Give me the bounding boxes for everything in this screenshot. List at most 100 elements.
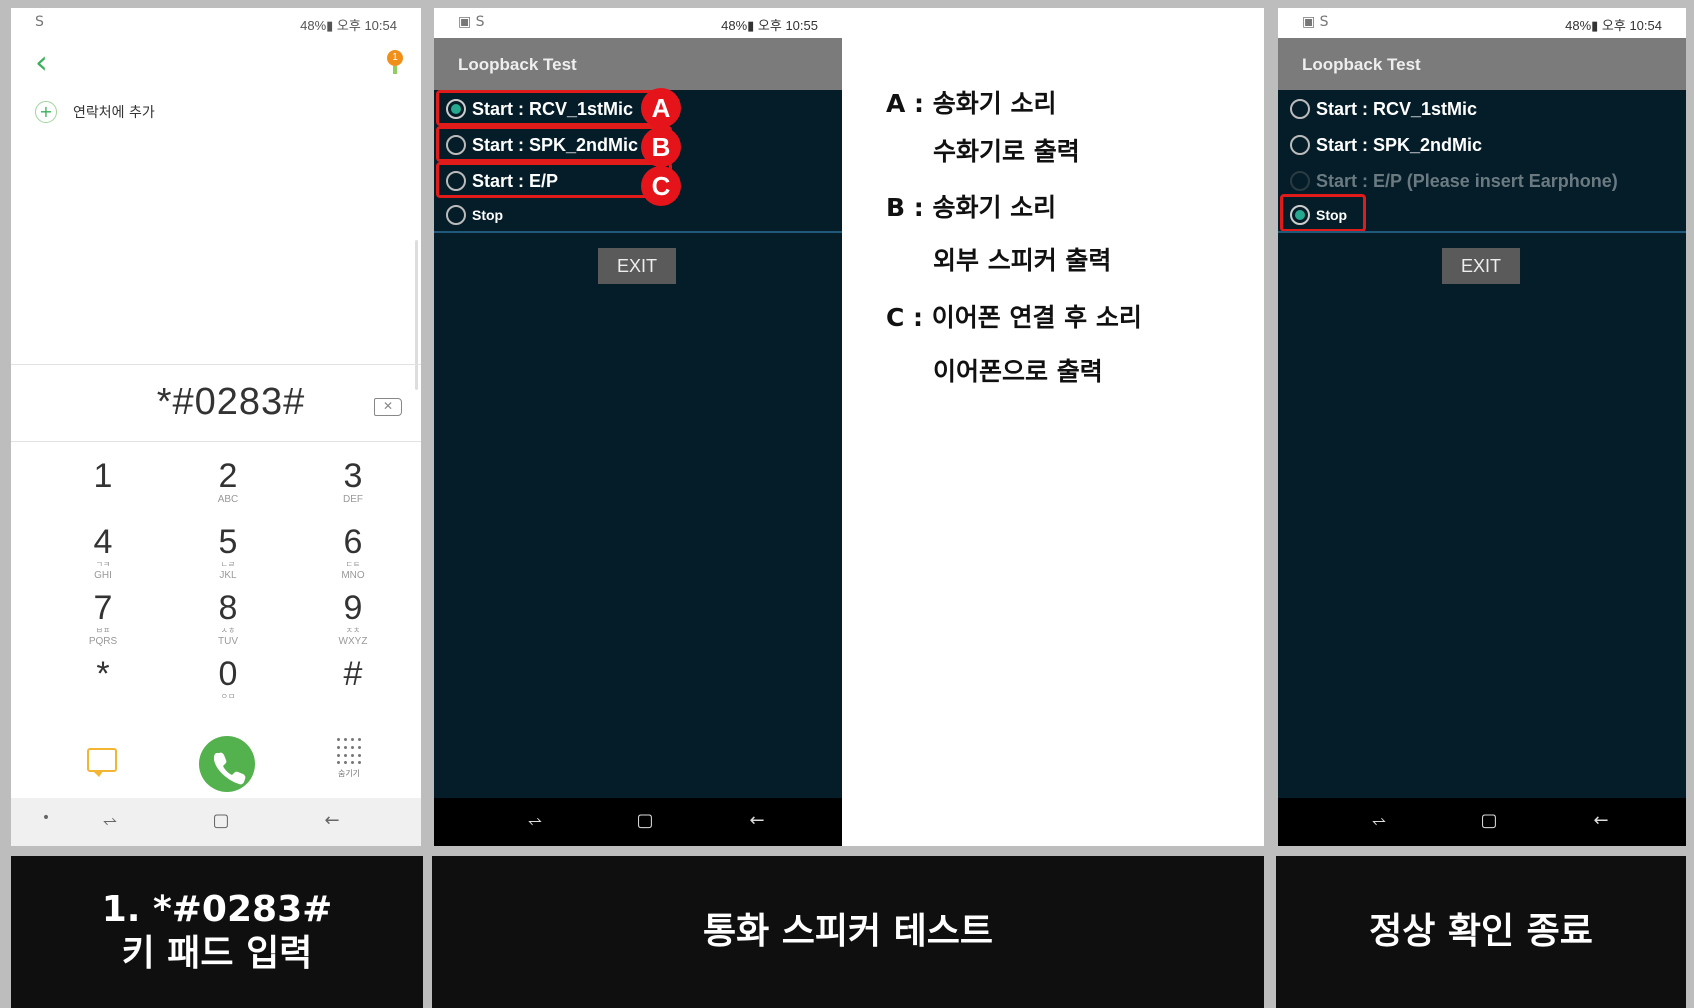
add-contact-button[interactable]: + 연락처에 추가 [35, 100, 155, 124]
gallery-s-icon: ▣ S [1302, 14, 1329, 30]
key-hash[interactable]: # [303, 656, 403, 692]
key-digit: 6 [343, 523, 363, 561]
key-digit: 1 [93, 457, 113, 495]
key-digit: 8 [218, 589, 238, 627]
status-bar: ▣ S 48%▮ 오후 10:55 [434, 8, 842, 38]
legend-b-line1: B : 송화기 소리 [886, 193, 1057, 222]
gallery-s-icon: ▣ S [458, 14, 485, 30]
app-bar: Loopback Test [1278, 38, 1686, 90]
dot-icon: • [41, 810, 51, 826]
call-button[interactable] [199, 736, 255, 792]
key-2[interactable]: 2 ABC [178, 458, 278, 506]
key-korean-letters: ㄴㄹ [220, 560, 236, 569]
status-time: 48%▮ 오후 10:54 [300, 18, 397, 33]
hide-keypad-label: 숨기기 [337, 769, 361, 778]
navigation-bar: ⥋ ▢ ← [434, 798, 842, 846]
key-0[interactable]: 0 ㅇㅁ [178, 656, 278, 702]
highlight-box-b [436, 126, 672, 162]
exit-button[interactable]: EXIT [598, 248, 676, 284]
recent-apps-icon[interactable]: ⥋ [95, 810, 125, 831]
phone-icon [213, 752, 246, 785]
divider [11, 441, 421, 442]
key-digit: 3 [343, 457, 363, 495]
exit-button[interactable]: EXIT [1442, 248, 1520, 284]
key-korean-letters: ㅅㅎ [220, 626, 236, 635]
loopback-screen-stop: ▣ S 48%▮ 오후 10:54 Loopback Test Start : … [1278, 8, 1686, 846]
recent-apps-icon[interactable]: ⥋ [520, 810, 550, 831]
key-digit: * [96, 655, 110, 693]
key-digit: 4 [93, 523, 113, 561]
key-6[interactable]: 6 ㄷㅌ MNO [303, 524, 403, 582]
caption-step1-line2: 키 패드 입력 [121, 933, 313, 974]
option-rcv-1stmic[interactable]: Start : RCV_1stMic [1290, 96, 1477, 122]
home-icon[interactable]: ▢ [630, 810, 660, 831]
badge-a: A [641, 88, 681, 128]
back-arrow-icon[interactable]: ‹ [35, 46, 48, 78]
option-label: Start : E/P (Please insert Earphone) [1316, 170, 1618, 191]
legend-b-line2: 외부 스피커 출력 [933, 246, 1112, 275]
status-bar: S 48%▮ 오후 10:54 [11, 8, 421, 38]
key-letters: DEF [343, 494, 363, 505]
radio-icon [446, 205, 466, 225]
key-9[interactable]: 9 ㅈㅊ WXYZ [303, 590, 403, 648]
key-letters: PQRS [88, 636, 118, 647]
key-star[interactable]: * [53, 656, 153, 692]
dialed-number: *#0283# [156, 381, 306, 423]
plus-icon: + [35, 101, 57, 123]
key-3[interactable]: 3 DEF [303, 458, 403, 506]
option-label: Stop [472, 207, 504, 223]
highlight-box-stop [1280, 194, 1366, 232]
back-icon[interactable]: ← [317, 810, 347, 831]
recent-apps-icon[interactable]: ⥋ [1364, 810, 1394, 831]
scrollbar[interactable] [415, 240, 418, 390]
caption-step3-text: 정상 확인 종료 [1369, 911, 1593, 952]
badge-b: B [641, 127, 681, 167]
divider [434, 231, 842, 233]
highlight-box-a [436, 90, 672, 126]
backspace-icon[interactable]: ✕ [374, 398, 402, 416]
notification-count: 1 [387, 50, 403, 66]
loopback-screen-start: ▣ S 48%▮ 오후 10:55 Loopback Test Start : … [434, 8, 842, 846]
status-bar: ▣ S 48%▮ 오후 10:54 [1278, 8, 1686, 38]
key-5[interactable]: 5 ㄴㄹ JKL [178, 524, 278, 582]
hide-keypad-button[interactable]: 숨기기 [329, 738, 369, 779]
home-icon[interactable]: ▢ [1474, 810, 1504, 831]
key-korean-letters: ㅂㅍ [95, 626, 111, 635]
option-spk-2ndmic[interactable]: Start : SPK_2ndMic [1290, 132, 1482, 158]
status-time: 48%▮ 오후 10:54 [1565, 18, 1662, 33]
key-letters: WXYZ [338, 636, 368, 647]
caption-step1-line1: 1. *#0283# [101, 889, 333, 930]
legend-c-line2: 이어폰으로 출력 [933, 357, 1103, 386]
option-stop[interactable]: Stop [446, 202, 503, 228]
keypad-dots-icon [337, 738, 361, 766]
key-letters: JKL [219, 570, 237, 581]
option-label: Start : RCV_1stMic [1316, 98, 1478, 119]
key-korean-letters: ㄷㅌ [345, 560, 361, 569]
samsung-s-icon: S [35, 14, 44, 30]
key-digit: 5 [218, 523, 238, 561]
caption-step3: 정상 확인 종료 [1276, 856, 1686, 1008]
key-4[interactable]: 4 ㄱㅋ GHI [53, 524, 153, 582]
option-label: Start : SPK_2ndMic [1316, 134, 1483, 155]
notification-icon[interactable]: 1 [383, 46, 409, 74]
caption-step2-text: 통화 스피커 테스트 [702, 911, 994, 952]
key-7[interactable]: 7 ㅂㅍ PQRS [53, 590, 153, 648]
legend-a-line1: A : 송화기 소리 [886, 89, 1057, 118]
caption-step1: 1. *#0283# 키 패드 입력 [11, 856, 423, 1008]
key-letters: ABC [217, 494, 239, 505]
home-icon[interactable]: ▢ [206, 810, 236, 831]
app-title: Loopback Test [1302, 55, 1421, 74]
key-digit: 9 [343, 589, 363, 627]
back-icon[interactable]: ← [742, 810, 772, 831]
radio-icon [1290, 99, 1310, 119]
dialer-screen: S 48%▮ 오후 10:54 ‹ 1 + 연락처에 추가 *#0283# ✕ … [11, 8, 421, 846]
message-icon[interactable] [87, 748, 117, 777]
status-time: 48%▮ 오후 10:55 [721, 18, 818, 33]
caption-step2: 통화 스피커 테스트 [432, 856, 1264, 1008]
key-1[interactable]: 1 [53, 458, 153, 494]
back-icon[interactable]: ← [1586, 810, 1616, 831]
key-8[interactable]: 8 ㅅㅎ TUV [178, 590, 278, 648]
radio-icon [1290, 171, 1310, 191]
key-digit: 2 [218, 457, 238, 495]
legend-c-line1: C : 이어폰 연결 후 소리 [886, 303, 1142, 332]
